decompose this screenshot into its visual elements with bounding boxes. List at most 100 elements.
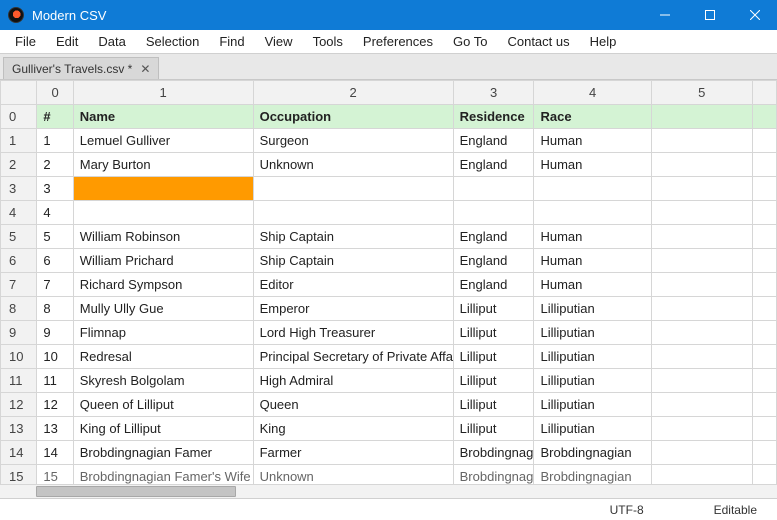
cell[interactable]: 9 [37, 321, 73, 345]
scrollbar-thumb[interactable] [36, 486, 236, 497]
row-header[interactable]: 14 [1, 441, 37, 465]
menu-data[interactable]: Data [89, 32, 134, 51]
row-header[interactable]: 4 [1, 201, 37, 225]
cell[interactable]: King of Lilliput [73, 417, 253, 441]
row-header[interactable]: 1 [1, 129, 37, 153]
cell[interactable]: Lemuel Gulliver [73, 129, 253, 153]
menu-tools[interactable]: Tools [304, 32, 352, 51]
cell[interactable]: 2 [37, 153, 73, 177]
cell[interactable] [253, 177, 453, 201]
cell[interactable]: 14 [37, 441, 73, 465]
cell[interactable]: 12 [37, 393, 73, 417]
cell[interactable]: 10 [37, 345, 73, 369]
cell[interactable] [651, 441, 752, 465]
data-grid[interactable]: 012345 0#NameOccupationResidenceRace11Le… [0, 80, 777, 489]
cell[interactable]: Lilliput [453, 297, 534, 321]
cell[interactable]: Lilliputian [534, 393, 651, 417]
row-header[interactable]: 13 [1, 417, 37, 441]
row-header[interactable]: 7 [1, 273, 37, 297]
cell[interactable]: 7 [37, 273, 73, 297]
cell[interactable]: Brobdingnag [453, 441, 534, 465]
cell[interactable]: William Prichard [73, 249, 253, 273]
cell[interactable]: 3 [37, 177, 73, 201]
cell[interactable]: Race [534, 105, 651, 129]
cell[interactable]: Lilliputian [534, 417, 651, 441]
cell[interactable]: England [453, 273, 534, 297]
cell[interactable]: England [453, 153, 534, 177]
row-header[interactable]: 3 [1, 177, 37, 201]
cell[interactable] [253, 201, 453, 225]
row-header[interactable]: 6 [1, 249, 37, 273]
cell[interactable] [453, 177, 534, 201]
cell[interactable]: Lilliputian [534, 369, 651, 393]
cell[interactable]: Brobdingnagian Famer [73, 441, 253, 465]
cell[interactable] [73, 177, 253, 201]
cell[interactable]: Editor [253, 273, 453, 297]
cell[interactable] [651, 417, 752, 441]
cell[interactable] [651, 177, 752, 201]
cell[interactable]: England [453, 129, 534, 153]
cell[interactable]: Lilliput [453, 393, 534, 417]
menu-selection[interactable]: Selection [137, 32, 208, 51]
cell[interactable]: England [453, 249, 534, 273]
file-tab[interactable]: Gulliver's Travels.csv * ✕ [3, 57, 159, 79]
cell[interactable] [534, 177, 651, 201]
cell[interactable] [453, 201, 534, 225]
cell[interactable]: Lord High Treasurer [253, 321, 453, 345]
menu-contact-us[interactable]: Contact us [498, 32, 578, 51]
cell[interactable] [651, 225, 752, 249]
cell[interactable]: Lilliput [453, 345, 534, 369]
cell[interactable]: 13 [37, 417, 73, 441]
menu-go-to[interactable]: Go To [444, 32, 496, 51]
cell[interactable] [651, 393, 752, 417]
cell[interactable]: Human [534, 153, 651, 177]
cell[interactable] [651, 273, 752, 297]
cell[interactable] [534, 201, 651, 225]
close-button[interactable] [732, 0, 777, 30]
cell[interactable]: Residence [453, 105, 534, 129]
cell[interactable]: Human [534, 249, 651, 273]
row-header[interactable]: 11 [1, 369, 37, 393]
tab-close-button[interactable]: ✕ [140, 63, 150, 75]
cell[interactable]: # [37, 105, 73, 129]
menu-preferences[interactable]: Preferences [354, 32, 442, 51]
horizontal-scrollbar[interactable] [0, 484, 777, 498]
cell[interactable] [651, 249, 752, 273]
cell[interactable]: Lilliputian [534, 345, 651, 369]
cell[interactable]: Mary Burton [73, 153, 253, 177]
cell[interactable] [651, 201, 752, 225]
cell[interactable]: 6 [37, 249, 73, 273]
menu-view[interactable]: View [256, 32, 302, 51]
row-header[interactable]: 0 [1, 105, 37, 129]
row-header[interactable]: 5 [1, 225, 37, 249]
cell[interactable] [73, 201, 253, 225]
cell[interactable]: Ship Captain [253, 249, 453, 273]
cell[interactable]: Mully Ully Gue [73, 297, 253, 321]
cell[interactable]: Lilliput [453, 369, 534, 393]
cell[interactable]: Queen [253, 393, 453, 417]
cell[interactable]: 1 [37, 129, 73, 153]
cell[interactable]: 5 [37, 225, 73, 249]
column-header[interactable]: 5 [651, 81, 752, 105]
cell[interactable]: 4 [37, 201, 73, 225]
cell[interactable]: High Admiral [253, 369, 453, 393]
cell[interactable]: Lilliputian [534, 297, 651, 321]
column-header[interactable]: 0 [37, 81, 73, 105]
cell[interactable] [651, 129, 752, 153]
cell[interactable]: Richard Sympson [73, 273, 253, 297]
minimize-button[interactable] [642, 0, 687, 30]
row-header[interactable]: 10 [1, 345, 37, 369]
cell[interactable]: Human [534, 225, 651, 249]
row-header[interactable]: 9 [1, 321, 37, 345]
cell[interactable]: Redresal [73, 345, 253, 369]
cell[interactable]: Name [73, 105, 253, 129]
cell[interactable]: Flimnap [73, 321, 253, 345]
cell[interactable]: Ship Captain [253, 225, 453, 249]
cell[interactable]: Skyresh Bolgolam [73, 369, 253, 393]
cell[interactable]: 8 [37, 297, 73, 321]
cell[interactable] [651, 105, 752, 129]
row-header[interactable]: 8 [1, 297, 37, 321]
cell[interactable]: Brobdingnagian [534, 441, 651, 465]
menu-edit[interactable]: Edit [47, 32, 87, 51]
cell[interactable]: Occupation [253, 105, 453, 129]
